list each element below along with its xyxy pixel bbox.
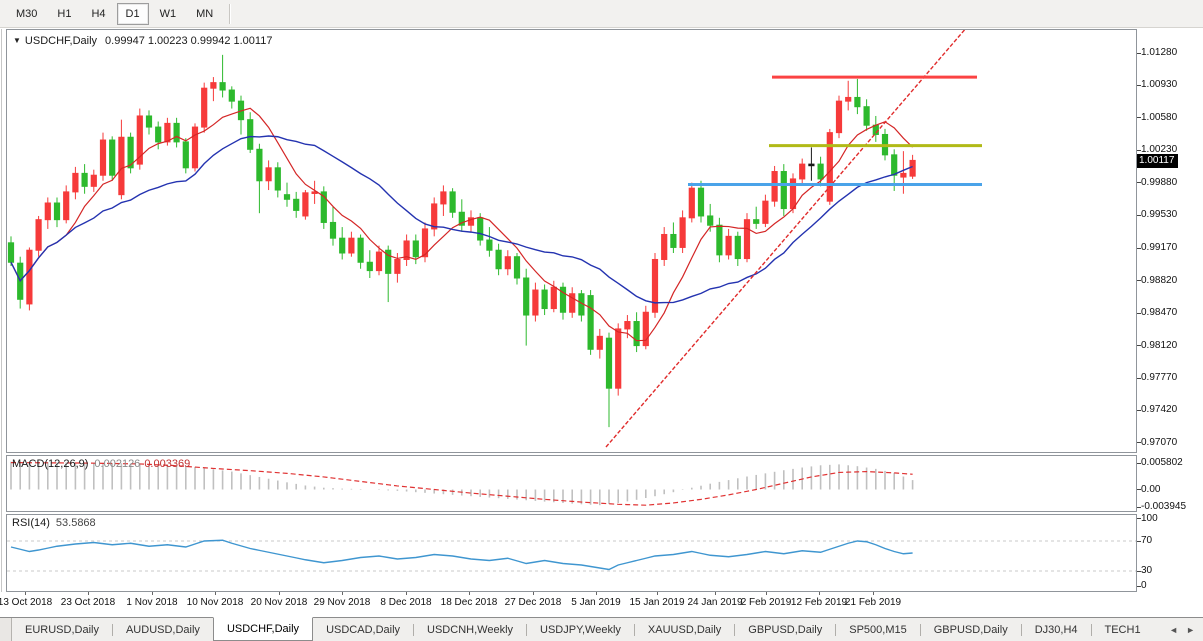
date-label: 29 Nov 2018 (313, 597, 371, 608)
date-label: 2 Feb 2019 (740, 597, 792, 608)
date-label: 15 Jan 2019 (629, 597, 685, 608)
date-label: 5 Jan 2019 (571, 597, 621, 608)
date-label: 23 Oct 2018 (60, 597, 116, 608)
symbol-dropdown-icon[interactable]: ▼ (13, 36, 21, 45)
price-tick-1.01280: 1.01280 (1141, 47, 1178, 58)
date-label: 13 Oct 2018 (0, 597, 53, 608)
date-tick (279, 592, 280, 595)
tab-scroll-left-icon[interactable]: ◄ (1165, 623, 1182, 637)
macd-indicator-label: MACD(12,26,9) 0.002126 0.003369 (12, 458, 190, 470)
timeframe-button-w1[interactable]: W1 (151, 3, 186, 25)
date-tick (715, 592, 716, 595)
price-tick-0.97070: 0.97070 (1141, 436, 1178, 448)
chart-tab-tech1-11[interactable]: TECH1 (1092, 618, 1154, 641)
price-tick-0.98820: 0.98820 (1141, 274, 1178, 286)
price-tick-1.00580: 1.00580 (1141, 111, 1178, 123)
timeframe-button-d1[interactable]: D1 (116, 2, 149, 25)
date-tick (406, 592, 407, 595)
chart-tab-audusd-1[interactable]: AUDUSD,Daily (113, 618, 213, 641)
price-tick-0.99880: 0.99880 (1141, 176, 1178, 188)
date-tick (152, 592, 153, 595)
timeframe-button-m30[interactable]: M30 (7, 3, 46, 25)
timeframe-button-h4[interactable]: H4 (82, 3, 114, 25)
date-tick (873, 592, 874, 595)
date-tick (657, 592, 658, 595)
rsi-tick-70: 70 (1141, 535, 1153, 546)
rsi-value: 53.5868 (55, 517, 96, 529)
current-price-badge: 1.00117 (1137, 153, 1179, 168)
window-edge (1, 29, 2, 592)
macd-signal-value: 0.003369 (144, 458, 191, 470)
price-tick-1.00930: 1.00930 (1141, 79, 1178, 91)
price-tick-0.99170: 0.99170 (1141, 242, 1178, 254)
timeframe-toolbar: M30 H1 H4 D1 W1 MN (0, 0, 1203, 28)
date-label: 18 Dec 2018 (440, 597, 498, 608)
date-tick (88, 592, 89, 595)
date-label: 10 Nov 2018 (186, 597, 244, 608)
date-tick (766, 592, 767, 595)
date-label: 24 Jan 2019 (687, 597, 743, 608)
date-label: 27 Dec 2018 (504, 597, 562, 608)
timeframe-button-h1[interactable]: H1 (48, 3, 80, 25)
chart-tab-gbpusd-9[interactable]: GBPUSD,Daily (921, 618, 1021, 641)
chart-tab-xauusd-6[interactable]: XAUUSD,Daily (635, 618, 734, 641)
price-chart-panel[interactable] (6, 29, 1137, 453)
macd-tick-0.005802: 0.005802 (1141, 457, 1183, 469)
chart-tab-usdchf-2[interactable]: USDCHF,Daily (212, 617, 314, 641)
rsi-indicator-label: RSI(14) 53.5868 (12, 517, 96, 529)
chart-ohlc-values: 0.99947 1.00223 0.99942 1.00117 (105, 35, 273, 47)
date-label: 1 Nov 2018 (126, 597, 178, 608)
trading-terminal: M30 H1 H4 D1 W1 MN ▼ USDCHF,Daily 0.99947 1.002… (0, 0, 1203, 641)
date-label: 8 Dec 2018 (380, 597, 432, 608)
chart-tab-usdcad-3[interactable]: USDCAD,Daily (313, 618, 413, 641)
rsi-name: RSI(14) (12, 517, 50, 529)
rsi-tick-100: 100 (1141, 512, 1158, 524)
date-tick (342, 592, 343, 595)
rsi-panel[interactable] (6, 514, 1137, 592)
date-tick (819, 592, 820, 595)
date-tick (533, 592, 534, 595)
chart-tab-usdjpy-5[interactable]: USDJPY,Weekly (527, 618, 634, 641)
tab-scroll-buttons: ◄ ► (1165, 618, 1203, 641)
timeframe-button-mn[interactable]: MN (187, 3, 222, 25)
chart-tab-sp500-8[interactable]: SP500,M15 (836, 618, 919, 641)
toolbar-separator (229, 3, 232, 24)
chart-tab-bar: EURUSD,Daily AUDUSD,Daily USDCHF,Daily USDC… (0, 617, 1203, 641)
date-label: 12 Feb 2019 (790, 597, 848, 608)
date-tick (215, 592, 216, 595)
date-tick (469, 592, 470, 595)
rsi-tick-30: 30 (1141, 565, 1153, 576)
date-tick (596, 592, 597, 595)
price-tick-0.97420: 0.97420 (1141, 404, 1178, 416)
chart-title: ▼ USDCHF,Daily 0.99947 1.00223 0.99942 1.0… (13, 35, 272, 47)
date-tick (25, 592, 26, 595)
date-axis: 13 Oct 2018 23 Oct 2018 1 Nov 2018 10 Nov 2… (0, 592, 1203, 617)
tab-stub (0, 618, 12, 641)
date-label: 20 Nov 2018 (250, 597, 308, 608)
chart-symbol: USDCHF,Daily (24, 35, 98, 47)
chart-tab-usdcnh-4[interactable]: USDCNH,Weekly (414, 618, 526, 641)
tab-scroll-right-icon[interactable]: ► (1182, 623, 1199, 637)
rsi-tick-0: 0 (1141, 580, 1147, 591)
price-tick-0.97770: 0.97770 (1141, 372, 1178, 383)
date-label: 21 Feb 2019 (844, 597, 902, 608)
price-tick-0.98120: 0.98120 (1141, 339, 1178, 351)
macd-name: MACD(12,26,9) (12, 458, 89, 470)
chart-tab-eurusd-0[interactable]: EURUSD,Daily (12, 618, 112, 641)
macd-tick-0.00: 0.00 (1141, 483, 1161, 495)
macd-tick--0.003945: -0.003945 (1141, 501, 1187, 513)
chart-tab-dj30-10[interactable]: DJ30,H4 (1022, 618, 1091, 641)
chart-tab-gbpusd-7[interactable]: GBPUSD,Daily (735, 618, 835, 641)
price-tick-0.98470: 0.98470 (1141, 307, 1178, 319)
macd-main-value: 0.002126 (94, 458, 141, 470)
price-tick-0.99530: 0.99530 (1141, 209, 1178, 221)
